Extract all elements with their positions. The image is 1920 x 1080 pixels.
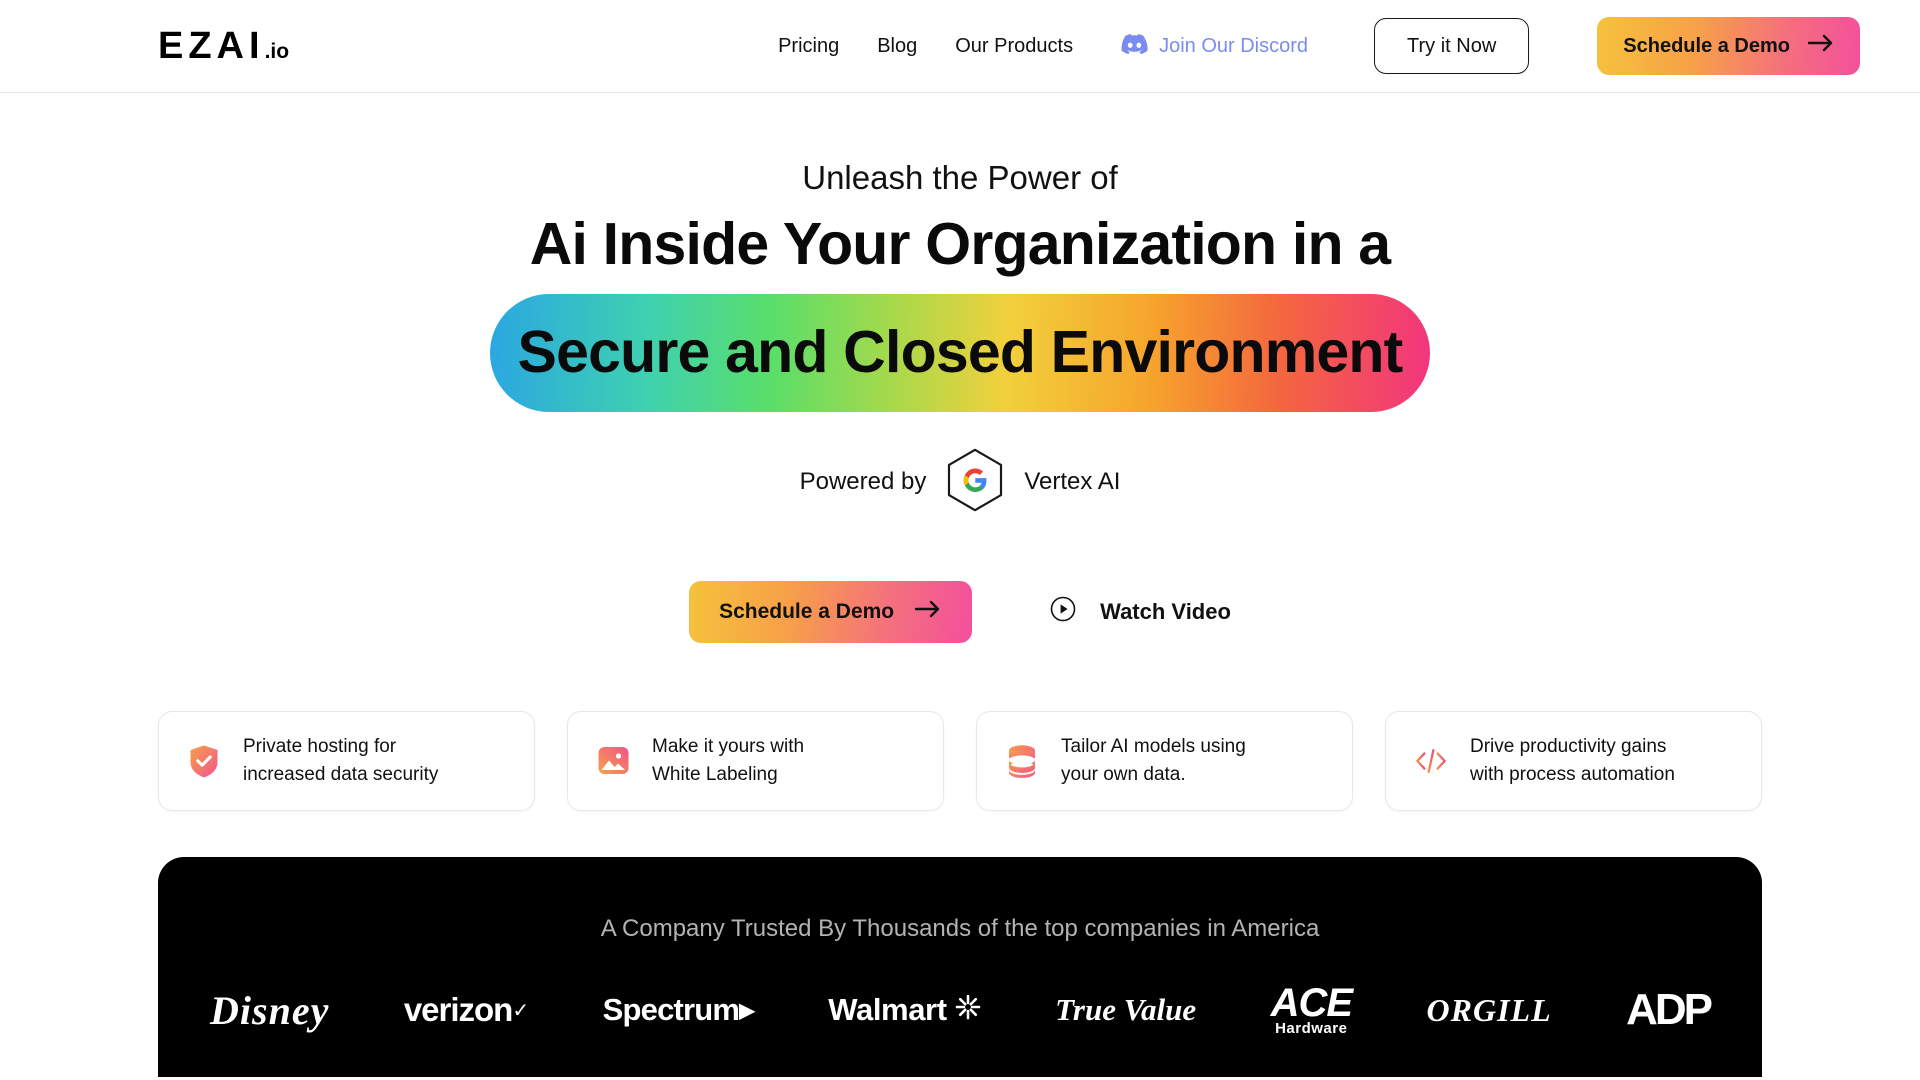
play-circle-icon bbox=[1050, 596, 1076, 627]
logo-disney: Disney bbox=[210, 987, 330, 1033]
feature-text-line1: Tailor AI models using bbox=[1061, 736, 1246, 758]
join-discord-link[interactable]: Join Our Discord bbox=[1121, 33, 1309, 59]
database-icon bbox=[1005, 744, 1039, 778]
logo-verizon: verizon ✓ bbox=[403, 991, 529, 1029]
feature-cards-row: Private hosting for increased data secur… bbox=[0, 710, 1920, 811]
feature-card-private-hosting[interactable]: Private hosting for increased data secur… bbox=[158, 710, 535, 811]
logo-ace-sublabel: Hardware bbox=[1275, 1019, 1348, 1037]
feature-text-line1: Drive productivity gains bbox=[1470, 736, 1667, 758]
arrow-right-icon bbox=[1807, 34, 1834, 58]
feature-card-process-automation[interactable]: Drive productivity gains with process au… bbox=[1385, 710, 1762, 811]
hero-headline: Ai Inside Your Organization in a bbox=[529, 211, 1391, 278]
feature-card-white-labeling[interactable]: Make it yours with White Labeling bbox=[567, 710, 944, 811]
logo-text-main: EZAI bbox=[158, 25, 265, 67]
shield-check-icon bbox=[187, 744, 221, 778]
powered-by-label: Powered by bbox=[799, 468, 927, 496]
feature-card-text: Private hosting for increased data secur… bbox=[243, 733, 438, 788]
watch-video-label: Watch Video bbox=[1100, 598, 1231, 624]
arrow-right-icon bbox=[914, 600, 942, 624]
logo-true-value: True Value bbox=[1055, 992, 1197, 1028]
feature-text-line2: with process automation bbox=[1470, 763, 1675, 785]
feature-text-line2: White Labeling bbox=[652, 763, 778, 785]
feature-card-tailor-models[interactable]: Tailor AI models using your own data. bbox=[976, 710, 1353, 811]
code-icon bbox=[1414, 744, 1448, 778]
nav-item-our-products[interactable]: Our Products bbox=[955, 35, 1073, 58]
trusted-by-title: A Company Trusted By Thousands of the to… bbox=[600, 914, 1320, 942]
verizon-check-icon: ✓ bbox=[512, 999, 529, 1022]
logo-walmart: Walmart bbox=[828, 992, 980, 1028]
hero-schedule-demo-label: Schedule a Demo bbox=[719, 599, 895, 623]
trusted-by-section: A Company Trusted By Thousands of the to… bbox=[158, 856, 1762, 1077]
hero-cta-row: Schedule a Demo Watch Video bbox=[0, 580, 1920, 643]
feature-card-text: Tailor AI models using your own data. bbox=[1061, 733, 1246, 788]
feature-text-line2: increased data security bbox=[243, 763, 439, 785]
spectrum-triangle-icon: ▶ bbox=[739, 999, 754, 1022]
feature-text-line1: Make it yours with bbox=[652, 736, 805, 758]
discord-link-label: Join Our Discord bbox=[1159, 34, 1309, 57]
hero-section: Unleash the Power of Ai Inside Your Orga… bbox=[0, 93, 1920, 643]
watch-video-button[interactable]: Watch Video bbox=[1050, 596, 1231, 627]
provider-label: Vertex AI bbox=[1024, 468, 1121, 496]
try-it-now-label: Try it Now bbox=[1407, 34, 1497, 57]
logo-ace-label: ACE bbox=[1270, 980, 1353, 1025]
feature-card-text: Make it yours with White Labeling bbox=[652, 733, 804, 788]
site-header: EZAI.io Pricing Blog Our Products Join O… bbox=[0, 0, 1920, 93]
nav-item-pricing[interactable]: Pricing bbox=[778, 35, 839, 58]
header-schedule-demo-button[interactable]: Schedule a Demo bbox=[1597, 17, 1860, 75]
google-hexagon-icon bbox=[946, 448, 1004, 517]
header-schedule-demo-label: Schedule a Demo bbox=[1623, 34, 1790, 57]
hero-highlight-wrap: Secure and Closed Environment bbox=[0, 293, 1920, 412]
powered-by-row: Powered by Vertex AI bbox=[0, 448, 1920, 517]
logo-adp: ADP bbox=[1626, 985, 1713, 1035]
image-icon bbox=[596, 744, 630, 778]
hero-eyebrow: Unleash the Power of bbox=[802, 159, 1118, 196]
main-navigation: Pricing Blog Our Products Join Our Disco… bbox=[778, 17, 1860, 75]
logo-spectrum: Spectrum ▶ bbox=[602, 992, 755, 1028]
walmart-spark-icon bbox=[955, 992, 981, 1028]
logo-orgill: ORGILL bbox=[1426, 991, 1552, 1028]
site-logo[interactable]: EZAI.io bbox=[158, 27, 289, 65]
feature-text-line2: your own data. bbox=[1061, 763, 1186, 785]
company-logos-row: Disney verizon✓ Spectrum▶ Walmart True bbox=[158, 980, 1762, 1037]
try-it-now-button[interactable]: Try it Now bbox=[1374, 18, 1530, 74]
feature-text-line1: Private hosting for bbox=[243, 736, 397, 758]
logo-text-suffix: .io bbox=[264, 40, 290, 63]
logo-ace-hardware: ACE Hardware bbox=[1270, 980, 1353, 1037]
discord-icon bbox=[1121, 33, 1148, 59]
hero-highlight-band: Secure and Closed Environment bbox=[489, 293, 1431, 412]
hero-schedule-demo-button[interactable]: Schedule a Demo bbox=[689, 580, 973, 643]
hero-highlight-text: Secure and Closed Environment bbox=[517, 319, 1404, 386]
logo-spectrum-label: Spectrum bbox=[602, 992, 740, 1028]
logo-verizon-label: verizon bbox=[403, 991, 514, 1029]
feature-card-text: Drive productivity gains with process au… bbox=[1470, 733, 1675, 788]
logo-walmart-label: Walmart bbox=[828, 992, 947, 1028]
nav-item-blog[interactable]: Blog bbox=[877, 35, 917, 58]
